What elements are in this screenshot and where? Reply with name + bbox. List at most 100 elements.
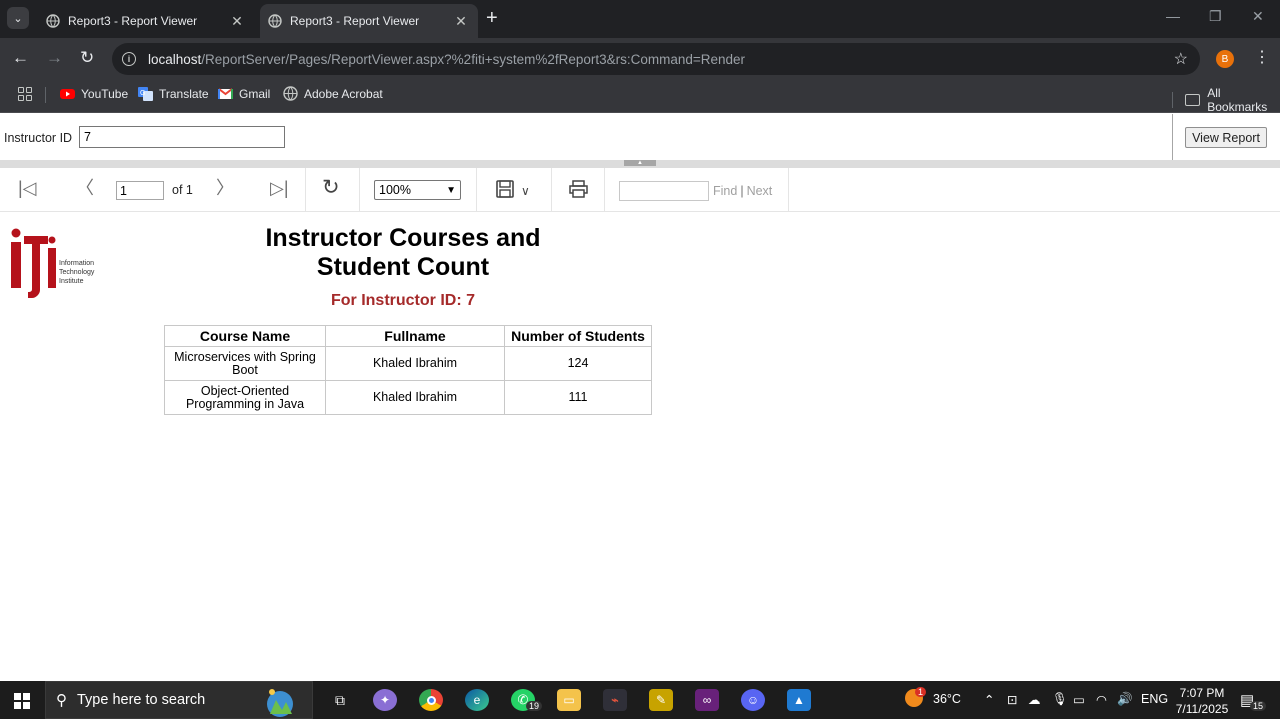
reload-icon[interactable]: ↻ [80,48,94,68]
page-count: of 1 [172,183,193,197]
translate-icon: G [138,87,153,101]
weather-badge: 1 [915,687,927,697]
column-header-course-name: Course Name [164,325,326,347]
svg-text:Institute: Institute [59,278,84,285]
svg-text:Information: Information [59,260,94,267]
bookmark-translate[interactable]: G Translate [138,86,209,101]
close-icon[interactable]: ✕ [228,13,246,30]
photos-icon[interactable]: ▲ [787,689,811,711]
close-icon[interactable]: ✕ [452,13,470,30]
site-info-icon[interactable]: i [122,52,136,66]
collapse-parameters-handle[interactable]: ▲ [624,160,656,166]
course-name-cell: Microservices with Spring Boot [164,346,326,381]
search-highlight-icon [267,689,293,717]
sql-tool-icon[interactable]: ✎ [649,689,673,711]
discord-icon[interactable]: ☺ [741,689,765,711]
profile-avatar[interactable]: B [1216,50,1234,68]
refresh-icon[interactable]: ↻ [322,177,340,198]
language-indicator[interactable]: ENG [1141,692,1168,706]
report-subtitle: For Instructor ID: 7 [330,292,475,309]
instructor-id-input[interactable] [79,126,285,148]
find-input[interactable] [619,181,709,201]
windows-start-icon[interactable] [14,693,30,709]
toolbar-divider [359,168,360,211]
chrome-icon[interactable] [419,689,443,711]
tab-search-button[interactable]: ⌄ [7,7,29,29]
clock-date: 7/11/2025 [1175,702,1229,716]
whatsapp-badge: 19 [526,701,543,711]
gmail-icon [218,88,233,99]
next-link[interactable]: Next [747,184,773,198]
visual-studio-icon[interactable]: ∞ [695,689,719,711]
temperature[interactable]: 36°C [933,692,961,706]
tab-title: Report3 - Report Viewer [290,14,420,28]
bookmark-adobe-acrobat[interactable]: Adobe Acrobat [283,86,383,101]
students-cell: 124 [504,346,652,381]
last-page-icon[interactable]: ▷| [270,178,289,198]
zoom-select[interactable]: 100% ▼ [374,180,461,200]
back-arrow-icon[interactable]: ← [12,48,29,68]
previous-page-icon[interactable]: 〈 [76,178,94,198]
search-placeholder: Type here to search [77,692,206,708]
cloud-icon[interactable]: ☁ [1028,692,1041,707]
save-disk-icon[interactable] [496,180,514,198]
file-explorer-icon[interactable]: ▭ [557,689,581,711]
youtube-icon [60,89,75,99]
toolbar-divider [604,168,605,211]
bookmarks-divider [45,87,46,103]
all-bookmarks[interactable]: All Bookmarks [1172,86,1280,114]
url-text[interactable]: localhost/ReportServer/Pages/ReportViewe… [148,52,745,67]
address-bar[interactable]: i localhost/ReportServer/Pages/ReportVie… [112,43,1200,75]
course-name-cell: Object-Oriented Programming in Java [164,380,326,415]
menu-kebab-icon[interactable]: ⋮ [1254,47,1270,67]
forward-arrow-icon[interactable]: → [46,48,63,68]
minimize-icon[interactable]: — [1166,8,1180,24]
new-tab-button[interactable]: + [486,8,498,28]
courses-table: Course Name Fullname Number of Students … [164,325,652,415]
battery-icon[interactable]: ▭ [1073,692,1085,707]
instructor-id-label: Instructor ID [4,131,73,145]
window-close-icon[interactable]: ✕ [1252,8,1264,25]
print-icon[interactable] [569,180,588,198]
toolbar-divider [476,168,477,211]
copilot-icon[interactable]: ✦ [373,689,397,711]
report-toolbar: |◁ 〈 of 1 〉 ▷| ↻ 100% ▼ ∨ Find|Next [0,168,1280,212]
find-links: Find | Next [713,184,773,198]
tab-report3-active[interactable]: Report3 - Report Viewer ✕ [260,4,478,38]
bookmark-gmail[interactable]: Gmail [218,86,270,101]
chevron-down-icon: ▼ [446,184,456,196]
current-page-input[interactable] [116,181,164,200]
edge-icon[interactable]: e [465,689,489,711]
first-page-icon[interactable]: |◁ [18,178,37,198]
next-page-icon[interactable]: 〉 [216,178,234,198]
wifi-icon[interactable]: ◠ [1096,692,1107,707]
tab-report3-inactive[interactable]: Report3 - Report Viewer ✕ [38,4,254,38]
chevron-down-icon[interactable]: ∨ [521,181,530,201]
view-report-button[interactable]: View Report [1185,127,1267,148]
parameter-divider [1172,114,1173,160]
fullname-cell: Khaled Ibrahim [325,380,505,415]
bookmark-youtube[interactable]: YouTube [60,86,128,101]
meet-icon[interactable]: ⊡ [1007,692,1017,707]
svg-text:Technology: Technology [59,269,95,276]
chevron-up-icon[interactable]: ⌃ [984,692,994,707]
maximize-icon[interactable]: ❐ [1209,8,1222,25]
fullname-cell: Khaled Ibrahim [325,346,505,381]
students-cell: 111 [504,380,652,415]
find-link[interactable]: Find [713,184,737,198]
taskbar-search[interactable]: ⚲ Type here to search [45,681,313,719]
toolbar-divider [551,168,552,211]
clock-time: 7:07 PM [1179,686,1225,700]
globe-icon [46,14,60,28]
microphone-icon[interactable]: 🎙 [1052,692,1068,707]
tab-strip: ⌄ Report3 - Report Viewer ✕ Report3 - Re… [0,0,1280,38]
iti-logo: Information Technology Institute [11,228,95,298]
table-row: Microservices with Spring Boot Khaled Ib… [164,346,652,381]
report-builder-icon[interactable]: ⌁ [603,689,627,711]
apps-grid-icon[interactable] [18,87,32,101]
volume-icon[interactable]: 🔊 [1117,692,1133,707]
task-view-icon[interactable]: ⧉ [328,689,352,711]
bookmark-star-icon[interactable]: ☆ [1174,49,1188,69]
clock[interactable]: 7:07 PM 7/11/2025 [1172,685,1232,717]
globe-icon [283,86,298,101]
